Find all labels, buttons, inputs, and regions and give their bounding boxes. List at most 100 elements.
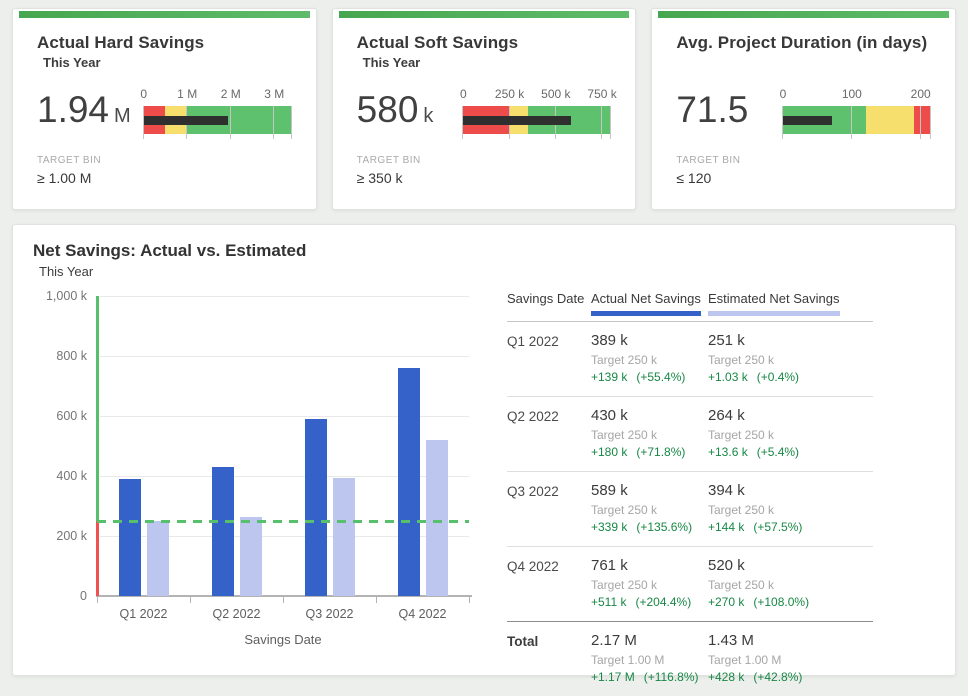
change-pct: (+108.0%) xyxy=(753,595,809,609)
kpi-body: 580k 0250 k500 k750 k xyxy=(357,77,612,143)
bullet-zone-red xyxy=(914,106,931,134)
change-pct: (+57.5%) xyxy=(753,520,802,534)
bar-estimated[interactable] xyxy=(240,517,262,596)
axis-tick-label: 750 k xyxy=(587,87,616,101)
kpi-title: Avg. Project Duration (in days) xyxy=(676,33,931,53)
actual-cell: 389 kTarget 250 k+139 k(+55.4%) xyxy=(591,332,708,384)
bar-estimated[interactable] xyxy=(426,440,448,596)
column-header-label: Savings Date xyxy=(507,291,584,306)
card-accent-strip xyxy=(339,11,630,18)
change-value: +428 k xyxy=(708,670,744,684)
bar-chart: 0200 k400 k600 k800 k1,000 kQ1 2022Q2 20… xyxy=(33,282,477,696)
column-header-actual[interactable]: Actual Net Savings xyxy=(591,290,708,316)
measure-bar xyxy=(144,116,228,125)
panel-title: Net Savings: Actual vs. Estimated xyxy=(33,241,935,261)
kpi-subtitle: This Year xyxy=(357,55,612,73)
cell-target: Target 250 k xyxy=(708,428,873,442)
kpi-value-number: 580 xyxy=(357,89,419,130)
bar-actual[interactable] xyxy=(305,419,327,596)
cell-change: +270 k (+108.0%) xyxy=(708,595,873,609)
change-value: +339 k xyxy=(591,520,627,534)
target-bin-label: TARGET BIN xyxy=(37,155,292,166)
x-axis-label: Q3 2022 xyxy=(290,607,370,621)
x-axis-tick xyxy=(190,596,191,603)
x-axis-label: Q1 2022 xyxy=(104,607,184,621)
y-axis-label: 400 k xyxy=(33,469,87,483)
bar-actual[interactable] xyxy=(119,479,141,596)
bullet-chart: 01 M2 M3 M xyxy=(144,87,292,134)
bar-actual[interactable] xyxy=(398,368,420,596)
axis-tick xyxy=(851,106,852,139)
column-header-wrap: Actual Net Savings xyxy=(591,290,701,316)
estimated-cell: 394 kTarget 250 k+144 k(+57.5%) xyxy=(708,482,873,534)
column-header-savings-date[interactable]: Savings Date xyxy=(507,290,591,316)
x-axis-title: Savings Date xyxy=(97,632,469,647)
cell-target: Target 250 k xyxy=(708,578,873,592)
actual-cell: 2.17 MTarget 1.00 M+1.17 M(+116.8%) xyxy=(591,632,708,684)
change-pct: (+204.4%) xyxy=(635,595,691,609)
axis-tick xyxy=(273,106,274,139)
row-label: Q4 2022 xyxy=(507,557,591,574)
cell-value: 1.43 M xyxy=(708,632,873,649)
change-pct: (+5.4%) xyxy=(757,445,799,459)
table-row-total[interactable]: Total2.17 MTarget 1.00 M+1.17 M(+116.8%)… xyxy=(507,621,873,696)
gridline xyxy=(100,296,469,297)
column-header-estimated[interactable]: Estimated Net Savings xyxy=(708,290,873,316)
cell-change: +1.03 k(+0.4%) xyxy=(708,370,873,384)
measure-bar xyxy=(783,116,832,125)
kpi-value: 580k xyxy=(357,89,434,131)
cell-target: Target 250 k xyxy=(591,578,708,592)
change-pct: (+42.8%) xyxy=(753,670,802,684)
x-axis-tick xyxy=(283,596,284,603)
kpi-row: Actual Hard Savings This Year 1.94M 01 M… xyxy=(12,8,956,210)
savings-table: Savings Date Actual Net Savings Estimated … xyxy=(507,290,873,696)
cell-value: 2.17 M xyxy=(591,632,708,649)
x-axis-tick xyxy=(376,596,377,603)
y-axis-label: 600 k xyxy=(33,409,87,423)
table-row[interactable]: Q2 2022430 kTarget 250 k+180 k(+71.8%) 26… xyxy=(507,397,873,472)
bar-estimated[interactable] xyxy=(147,521,169,596)
change-pct: (+116.8%) xyxy=(644,670,699,684)
bullet-chart: 0100200 xyxy=(783,87,931,134)
cell-value: 430 k xyxy=(591,407,708,424)
change-value: +144 k xyxy=(708,520,744,534)
kpi-card-actual-soft-savings: Actual Soft Savings This Year 580k 0250 … xyxy=(332,8,637,210)
actual-cell: 761 kTarget 250 k+511 k(+204.4%) xyxy=(591,557,708,609)
axis-tick xyxy=(920,106,921,139)
change-pct: (+0.4%) xyxy=(757,370,799,384)
column-header-label: Actual Net Savings xyxy=(591,291,701,306)
cell-target: Target 250 k xyxy=(591,353,708,367)
cell-value: 264 k xyxy=(708,407,873,424)
change-value: +1.17 M xyxy=(591,670,635,684)
change-pct: (+55.4%) xyxy=(636,370,685,384)
table-row[interactable]: Q3 2022589 kTarget 250 k+339 k(+135.6%)3… xyxy=(507,472,873,547)
net-savings-panel: Net Savings: Actual vs. Estimated This Y… xyxy=(12,224,956,676)
kpi-subtitle xyxy=(676,55,931,73)
change-value: +270 k xyxy=(708,595,744,609)
card-accent-strip xyxy=(658,11,949,18)
kpi-value: 71.5 xyxy=(676,89,753,131)
table-row[interactable]: Q4 2022761 kTarget 250 k+511 k(+204.4%)5… xyxy=(507,547,873,621)
dashboard-page: Actual Hard Savings This Year 1.94M 01 M… xyxy=(0,0,968,684)
change-pct: (+135.6%) xyxy=(636,520,692,534)
table-row[interactable]: Q1 2022389 kTarget 250 k+139 k(+55.4%)25… xyxy=(507,322,873,397)
y-axis-below-target xyxy=(96,521,99,596)
target-bin-value: ≥ 1.00 M xyxy=(37,170,292,186)
x-axis-tick xyxy=(469,596,470,603)
cell-change: +180 k(+71.8%) xyxy=(591,445,708,459)
cell-change: +13.6 k(+5.4%) xyxy=(708,445,873,459)
target-bin-label: TARGET BIN xyxy=(676,155,931,166)
target-line xyxy=(97,520,469,523)
bar-estimated[interactable] xyxy=(333,478,355,596)
bar-actual[interactable] xyxy=(212,467,234,596)
plot-area xyxy=(97,296,469,596)
cell-target: Target 250 k xyxy=(708,353,873,367)
row-label: Q3 2022 xyxy=(507,482,591,499)
kpi-value-number: 1.94 xyxy=(37,89,109,130)
table-header-row: Savings Date Actual Net Savings Estimated … xyxy=(507,290,873,322)
bullet-band xyxy=(783,106,931,134)
row-label: Q2 2022 xyxy=(507,407,591,424)
column-header-wrap: Estimated Net Savings xyxy=(708,290,840,316)
cell-value: 389 k xyxy=(591,332,708,349)
bullet-band xyxy=(144,106,292,134)
